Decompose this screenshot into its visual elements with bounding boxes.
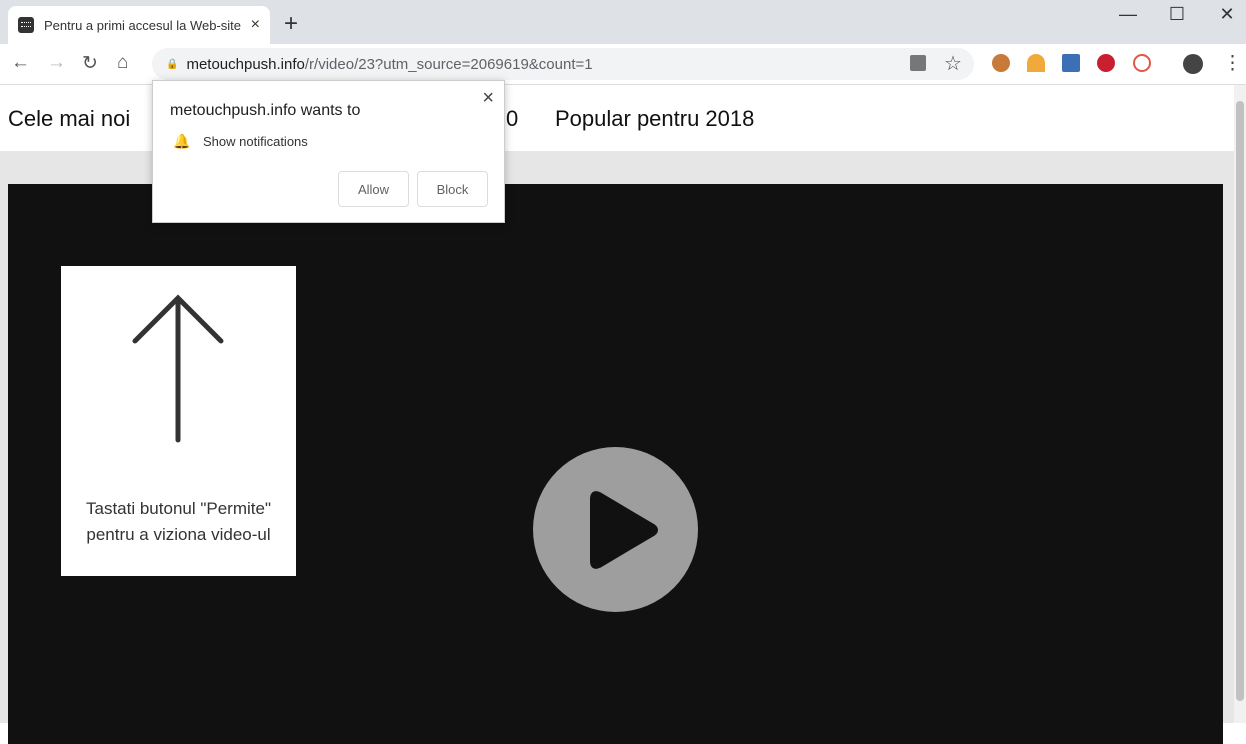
nav-item-newest[interactable]: Cele mai noi — [8, 106, 130, 132]
bell-icon: 🔔 — [173, 133, 191, 149]
allow-button[interactable]: Allow — [338, 171, 409, 207]
popup-title: metouchpush.info wants to — [170, 102, 361, 119]
card-line-1: Tastati butonul "Permite" — [86, 499, 271, 518]
translate-icon[interactable] — [910, 55, 926, 71]
minimize-button[interactable]: — — [1108, 4, 1148, 25]
address-bar[interactable]: 🔒 metouchpush.info/r/video/23?utm_source… — [152, 48, 974, 80]
profile-avatar-icon[interactable] — [1183, 54, 1203, 74]
tab-close-icon[interactable]: × — [251, 16, 260, 34]
video-player[interactable]: Tastati butonul "Permite" pentru a vizion… — [8, 184, 1223, 744]
close-window-button[interactable]: ✕ — [1207, 4, 1246, 25]
scrollbar[interactable] — [1234, 85, 1246, 723]
play-icon — [590, 491, 658, 569]
notification-permission-popup: metouchpush.info wants to × 🔔 Show notif… — [152, 80, 505, 223]
maximize-button[interactable]: ☐ — [1157, 4, 1197, 25]
tab-title: Pentru a primi accesul la Web-site — [44, 17, 242, 33]
extension-bag-icon[interactable] — [992, 54, 1010, 72]
url-path: /r/video/23?utm_source=2069619&count=1 — [304, 55, 593, 73]
nav-item-hidden[interactable]: 0 — [506, 106, 518, 132]
bookmark-star-icon[interactable]: ☆ — [944, 51, 962, 76]
lock-icon: 🔒 — [166, 58, 179, 70]
menu-icon[interactable]: ⋮ — [1223, 52, 1242, 75]
back-button[interactable]: ← — [11, 52, 30, 74]
block-button[interactable]: Block — [417, 171, 488, 207]
extension-umbrella-icon[interactable] — [1027, 54, 1045, 72]
extension-news-icon[interactable] — [1062, 54, 1080, 72]
scrollbar-thumb[interactable] — [1236, 101, 1244, 701]
home-button[interactable]: ⌂ — [117, 52, 128, 74]
extension-film-icon[interactable] — [1097, 54, 1115, 72]
browser-toolbar: ← → ↻ ⌂ 🔒 metouchpush.info/r/video/23?ut… — [0, 44, 1246, 85]
permission-text: Show notifications — [203, 134, 308, 149]
active-tab[interactable]: Pentru a primi accesul la Web-site × — [8, 6, 270, 44]
forward-button[interactable]: → — [47, 52, 66, 74]
site-favicon-icon — [18, 17, 34, 33]
nav-item-popular-2018[interactable]: Popular pentru 2018 — [555, 106, 754, 132]
reload-button[interactable]: ↻ — [82, 52, 98, 75]
url-host: metouchpush.info — [186, 55, 305, 73]
play-button[interactable] — [533, 447, 698, 612]
instruction-card: Tastati butonul "Permite" pentru a vizion… — [61, 266, 296, 576]
popup-close-icon[interactable]: × — [482, 87, 494, 110]
arrow-up-icon — [132, 294, 224, 443]
new-tab-button[interactable]: + — [284, 10, 298, 38]
tab-strip: Pentru a primi accesul la Web-site × + —… — [0, 0, 1246, 44]
card-line-2: pentru a viziona video-ul — [86, 525, 271, 544]
extension-search-icon[interactable] — [1133, 54, 1151, 72]
